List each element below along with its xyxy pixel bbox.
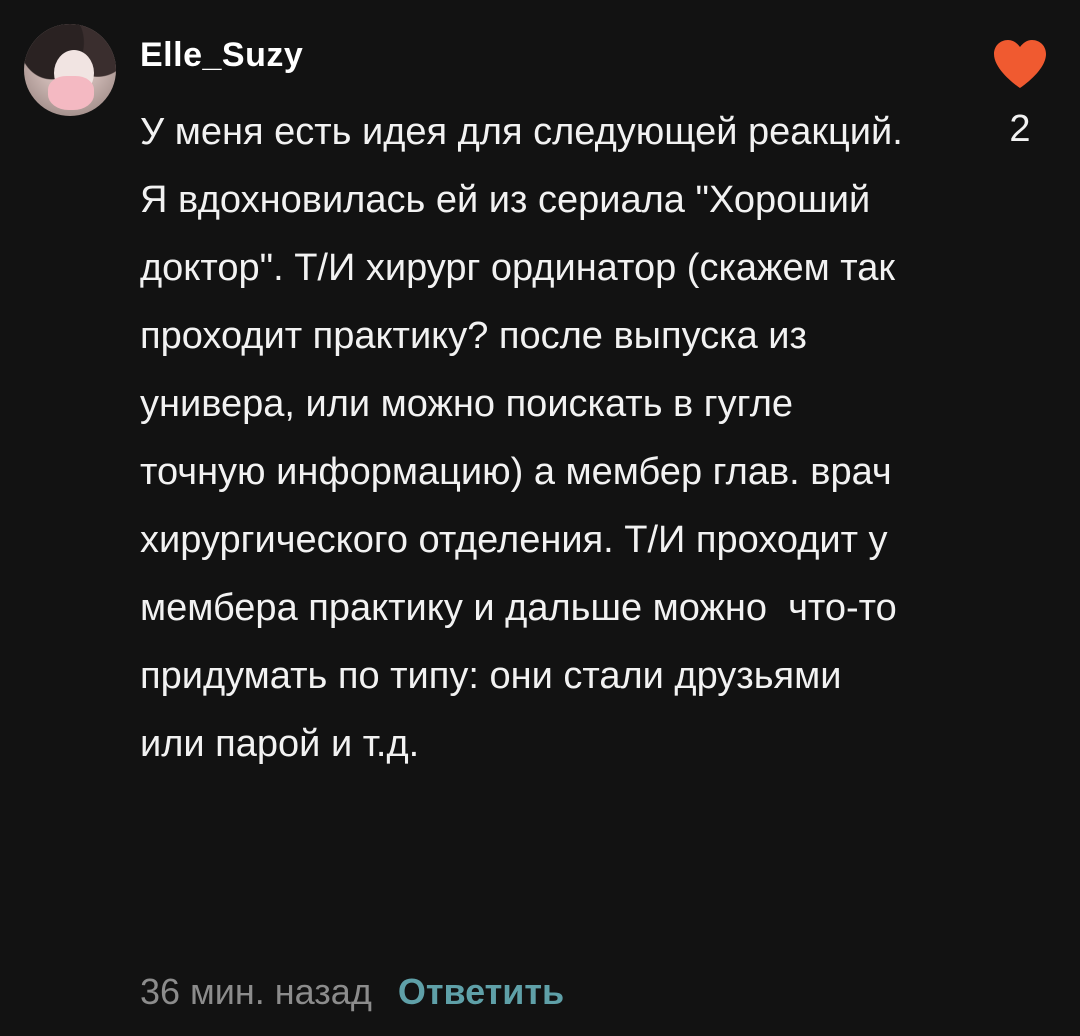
comment-item: Elle_Suzy У меня есть идея для следующей… <box>0 0 1080 1036</box>
avatar[interactable] <box>24 24 116 116</box>
comment-text: У меня есть идея для следующей реакций. … <box>140 111 914 765</box>
timestamp: 36 мин. назад <box>140 971 372 1012</box>
like-button[interactable]: 2 <box>990 38 1050 158</box>
like-count: 2 <box>1009 108 1031 150</box>
username[interactable]: Elle_Suzy <box>140 36 303 75</box>
heart-icon <box>994 40 1046 88</box>
reply-button[interactable]: Ответить <box>398 962 564 1022</box>
avatar-hand <box>48 76 94 110</box>
comment-footer: 36 мин. назад Ответить <box>140 962 564 1022</box>
